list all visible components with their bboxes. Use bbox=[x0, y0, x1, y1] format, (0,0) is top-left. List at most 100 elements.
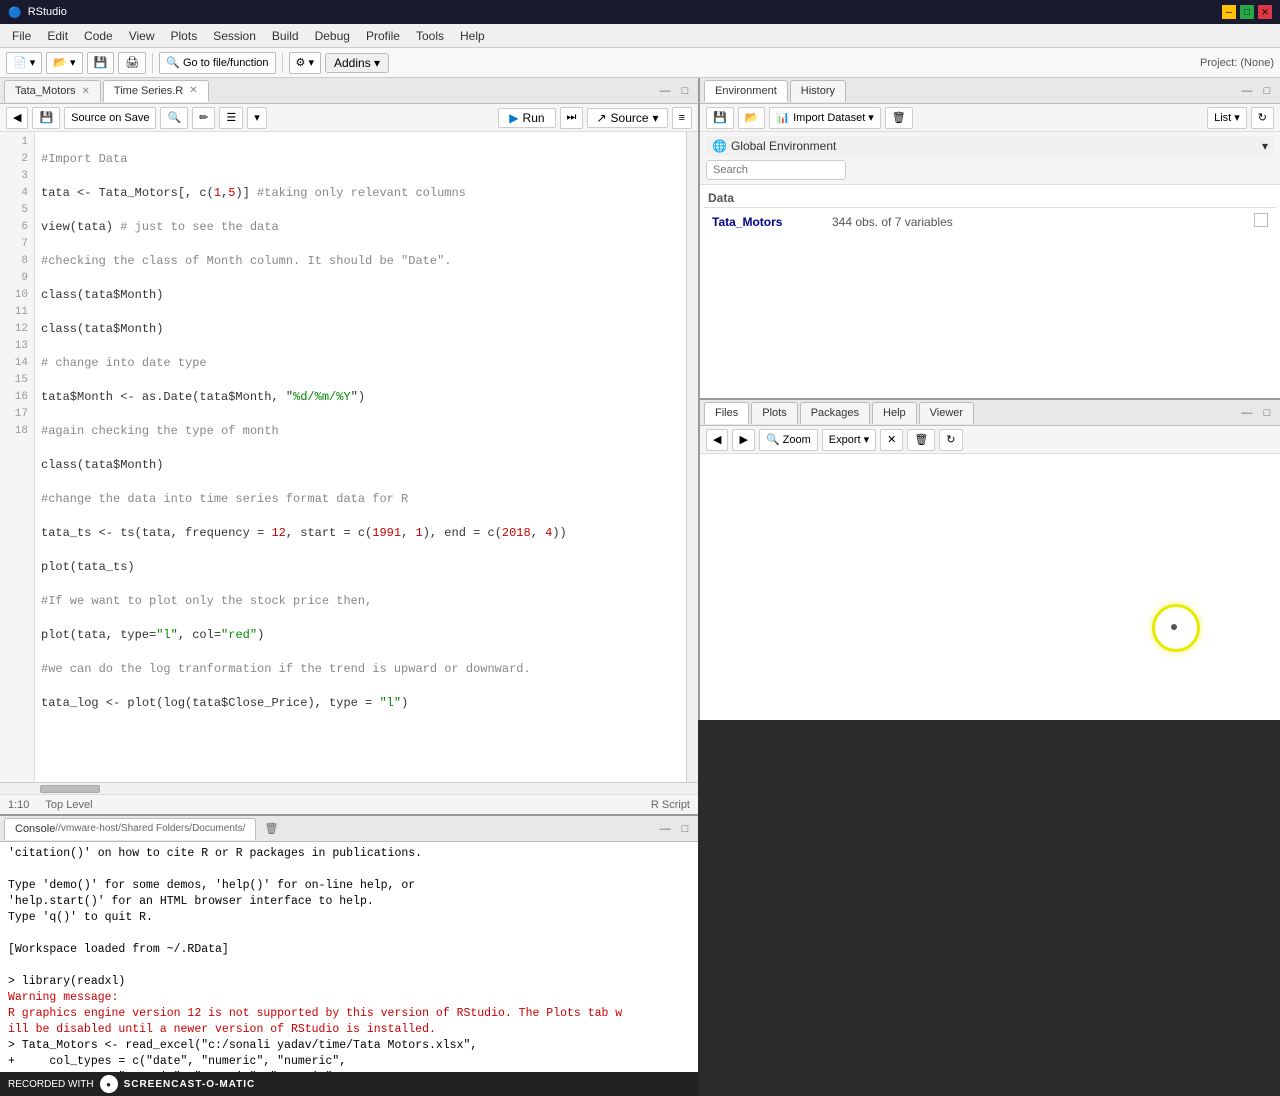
print-button[interactable]: 🖨 bbox=[118, 52, 146, 74]
checkbox[interactable] bbox=[1254, 213, 1268, 227]
files-minimize-btn[interactable]: — bbox=[1238, 404, 1256, 422]
files-forward-btn[interactable]: ▶ bbox=[732, 429, 754, 451]
console-line-5: Type 'q()' to quit R. bbox=[8, 910, 690, 926]
search-button[interactable]: 🔍 bbox=[160, 107, 188, 129]
delete-all-plots-button[interactable]: 🗑 bbox=[907, 429, 935, 451]
cursor-dot bbox=[1171, 624, 1177, 630]
env-item-name: Tata_Motors bbox=[712, 215, 832, 229]
load-env-button[interactable]: 📂 bbox=[738, 107, 766, 129]
menu-edit[interactable]: Edit bbox=[39, 27, 76, 45]
console-warning-line1: R graphics engine version 12 is not supp… bbox=[8, 1006, 690, 1022]
files-refresh-btn[interactable]: ↻ bbox=[939, 429, 962, 451]
env-selector: 🌐 Global Environment ▾ bbox=[700, 132, 1280, 185]
editor-hscrollbar[interactable] bbox=[0, 782, 698, 794]
clear-console-btn[interactable]: 🗑 bbox=[262, 820, 280, 838]
dropdown-button[interactable]: ▾ bbox=[247, 107, 267, 129]
code-line-2: tata <- Tata_Motors[, c(1,5)] #taking on… bbox=[41, 185, 680, 202]
tab-plots[interactable]: Plots bbox=[751, 402, 797, 424]
tab-time-series[interactable]: Time Series.R ✕ bbox=[103, 80, 209, 102]
console-output[interactable]: 'citation()' on how to cite R or R packa… bbox=[0, 842, 698, 1072]
export-button[interactable]: Export ▾ bbox=[822, 429, 876, 451]
tab-history[interactable]: History bbox=[790, 80, 846, 102]
go-to-function-button[interactable]: 🔍 Go to file/function bbox=[159, 52, 275, 74]
menu-plots[interactable]: Plots bbox=[163, 27, 206, 45]
console-line-6 bbox=[8, 926, 690, 942]
code-line-18 bbox=[41, 729, 680, 746]
files-maximize-btn[interactable]: □ bbox=[1258, 404, 1276, 422]
menu-help[interactable]: Help bbox=[452, 27, 493, 45]
menu-file[interactable]: File bbox=[4, 27, 39, 45]
zoom-button[interactable]: 🔍 Zoom bbox=[759, 429, 818, 451]
console-minimize-btn[interactable]: — bbox=[656, 820, 674, 838]
tab-console[interactable]: Console //vmware-host/Shared Folders/Doc… bbox=[4, 818, 256, 840]
maximize-button[interactable]: □ bbox=[1240, 5, 1254, 19]
edit-button[interactable]: ✏ bbox=[192, 107, 215, 129]
hscroll-thumb[interactable] bbox=[40, 785, 100, 793]
refresh-env-button[interactable]: ↻ bbox=[1251, 107, 1274, 129]
editor-scrollbar[interactable] bbox=[686, 132, 698, 782]
menu-tools[interactable]: Tools bbox=[408, 27, 452, 45]
addins-button[interactable]: Addins ▾ bbox=[325, 53, 389, 73]
delete-plot-button[interactable]: ✕ bbox=[880, 429, 903, 451]
code-line-5: class(tata$Month) bbox=[41, 287, 680, 304]
env-item-tata-motors[interactable]: Tata_Motors 344 obs. of 7 variables bbox=[704, 210, 1276, 233]
env-dropdown-icon: 🌐 bbox=[712, 139, 727, 153]
menu-debug[interactable]: Debug bbox=[307, 27, 358, 45]
right-panels: Environment History — □ 💾 📂 📊 Import Dat… bbox=[700, 78, 1280, 720]
tab-environment[interactable]: Environment bbox=[704, 80, 788, 102]
save-env-button[interactable]: 💾 bbox=[706, 107, 734, 129]
code-line-8: tata$Month <- as.Date(tata$Month, "%d/%m… bbox=[41, 389, 680, 406]
editor-panel-controls: — □ bbox=[656, 82, 694, 100]
list-view-button[interactable]: List ▾ bbox=[1207, 107, 1247, 129]
tab-close-timeseries[interactable]: ✕ bbox=[189, 85, 197, 96]
run-button[interactable]: Run bbox=[498, 108, 555, 128]
tab-packages[interactable]: Packages bbox=[800, 402, 870, 424]
tab-close-tata[interactable]: ✕ bbox=[82, 86, 90, 97]
menu-view[interactable]: View bbox=[121, 27, 163, 45]
code-line-11: #change the data into time series format… bbox=[41, 491, 680, 508]
console-line-2 bbox=[8, 862, 690, 878]
tab-viewer[interactable]: Viewer bbox=[919, 402, 974, 424]
menu-profile[interactable]: Profile bbox=[358, 27, 408, 45]
clear-env-button[interactable]: 🗑 bbox=[885, 107, 913, 129]
tab-label: Tata_Motors bbox=[15, 85, 76, 97]
viewer-tab-label: Viewer bbox=[930, 407, 963, 419]
open-file-button[interactable]: 📂 ▾ bbox=[46, 52, 82, 74]
format-button[interactable]: ☰ bbox=[219, 107, 243, 129]
editor-toolbar: ◀ 💾 Source on Save 🔍 ✏ ☰ ▾ Run ⏭ ↗ Sourc… bbox=[0, 104, 698, 132]
menu-code[interactable]: Code bbox=[76, 27, 121, 45]
source-on-save-button[interactable]: Source on Save bbox=[64, 107, 156, 129]
run-next-button[interactable]: ⏭ bbox=[560, 107, 584, 129]
code-editor[interactable]: #Import Data tata <- Tata_Motors[, c(1,5… bbox=[35, 132, 686, 782]
import-dataset-button[interactable]: 📊 Import Dataset ▾ bbox=[769, 107, 880, 129]
menu-session[interactable]: Session bbox=[205, 27, 264, 45]
tab-tata-motors[interactable]: Tata_Motors ✕ bbox=[4, 80, 101, 102]
close-button[interactable]: ✕ bbox=[1258, 5, 1272, 19]
new-file-button[interactable]: 📄 ▾ bbox=[6, 52, 42, 74]
tab-help[interactable]: Help bbox=[872, 402, 917, 424]
save-button[interactable]: 💾 bbox=[87, 52, 115, 74]
console-maximize-btn[interactable]: □ bbox=[676, 820, 694, 838]
env-panel-controls: — □ bbox=[1238, 82, 1276, 100]
tab-files[interactable]: Files bbox=[704, 402, 749, 424]
env-item-checkbox bbox=[1254, 213, 1268, 230]
source-button[interactable]: ↗ Source ▾ bbox=[587, 108, 667, 128]
files-tab-bar: Files Plots Packages Help Viewer — □ bbox=[700, 400, 1280, 426]
code-line-14: #If we want to plot only the stock price… bbox=[41, 593, 680, 610]
files-back-btn[interactable]: ◀ bbox=[706, 429, 728, 451]
save-doc-button[interactable]: 💾 bbox=[32, 107, 60, 129]
editor-maximize-btn[interactable]: □ bbox=[676, 82, 694, 100]
global-env-header[interactable]: 🌐 Global Environment ▾ bbox=[706, 136, 1274, 156]
code-level: Top Level bbox=[45, 799, 92, 811]
editor-minimize-btn[interactable]: — bbox=[656, 82, 674, 100]
env-minimize-btn[interactable]: — bbox=[1238, 82, 1256, 100]
code-line-3: view(tata) # just to see the data bbox=[41, 219, 680, 236]
nav-back-button[interactable]: ◀ bbox=[6, 107, 28, 129]
options-button[interactable]: ⚙ ▾ bbox=[289, 52, 321, 74]
minimize-button[interactable]: ─ bbox=[1222, 5, 1236, 19]
menu-build[interactable]: Build bbox=[264, 27, 307, 45]
editor-status-bar: 1:10 Top Level R Script bbox=[0, 794, 698, 814]
env-maximize-btn[interactable]: □ bbox=[1258, 82, 1276, 100]
more-options-button[interactable]: ≡ bbox=[672, 107, 692, 129]
env-search-input[interactable] bbox=[706, 160, 846, 180]
